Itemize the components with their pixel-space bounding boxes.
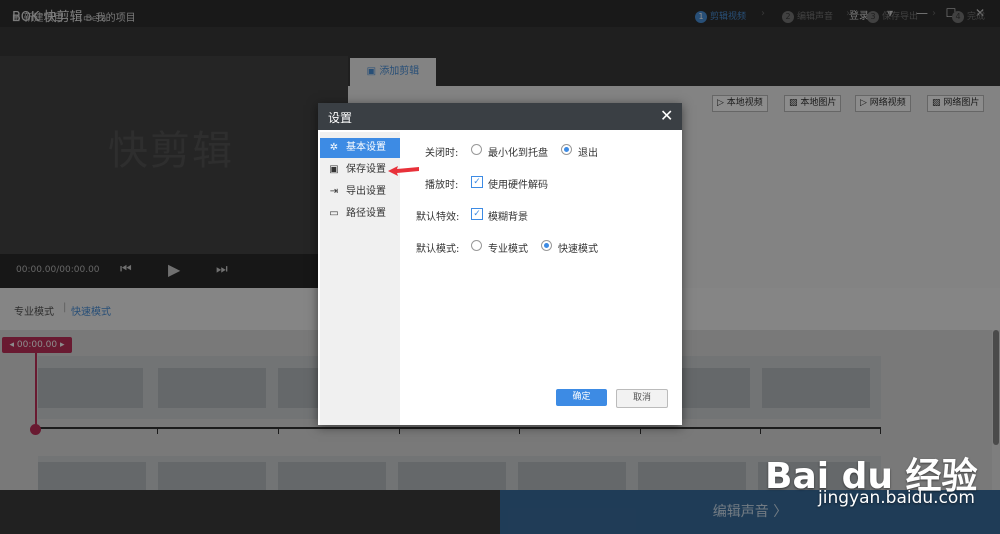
dialog-title: 设置 [328, 111, 353, 125]
default-mode-label: 默认模式: [416, 244, 460, 255]
radio-pro-mode[interactable] [471, 240, 482, 251]
radio-exit[interactable] [561, 144, 572, 155]
option-label: 模糊背景 [488, 212, 528, 223]
option-label: 快速模式 [558, 244, 598, 255]
dialog-close-icon[interactable]: ✕ [660, 106, 673, 125]
option-label: 退出 [578, 148, 598, 159]
save-icon: ▣ [329, 164, 339, 175]
option-label: 专业模式 [488, 244, 528, 255]
baidu-jingyan-url: jingyan.baidu.com [818, 488, 975, 508]
radio-minimize-to-tray[interactable] [471, 144, 482, 155]
checkbox-hardware-decode[interactable]: ✓ [471, 176, 483, 188]
export-icon: ⇥ [329, 186, 339, 197]
playback-label: 播放时: [425, 180, 459, 191]
radio-fast-mode[interactable] [541, 240, 552, 251]
close-behavior-label: 关闭时: [425, 148, 459, 159]
nav-path-settings[interactable]: ▭ 路径设置 [320, 204, 400, 224]
option-label: 使用硬件解码 [488, 180, 548, 191]
nav-basic-settings[interactable]: ✲ 基本设置 [320, 138, 400, 158]
nav-export-settings[interactable]: ⇥ 导出设置 [320, 182, 400, 202]
default-effect-label: 默认特效: [416, 212, 460, 223]
cancel-button[interactable]: 取消 [616, 389, 668, 408]
ok-button[interactable]: 确定 [556, 389, 607, 406]
dialog-title-bar [318, 103, 682, 130]
folder-icon: ▭ [329, 208, 339, 219]
gear-icon: ✲ [329, 142, 339, 153]
option-label: 最小化到托盘 [488, 148, 548, 159]
arrow-annotation-icon [388, 166, 419, 176]
checkbox-blur-background[interactable]: ✓ [471, 208, 483, 220]
